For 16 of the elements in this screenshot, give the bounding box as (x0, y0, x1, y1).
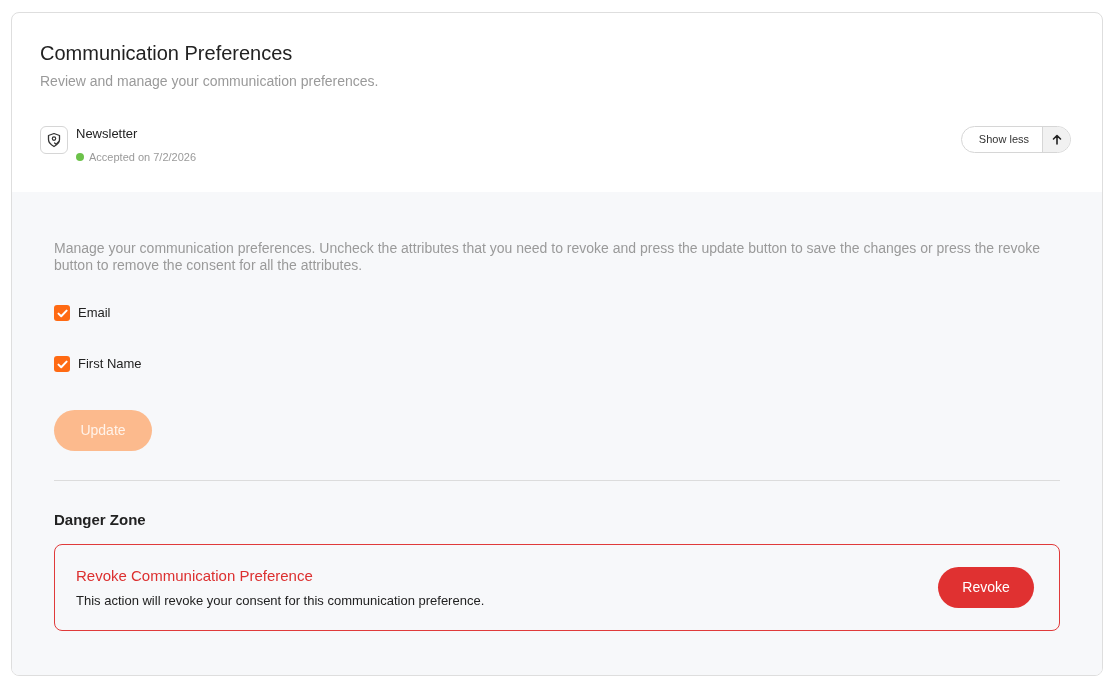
show-less-button[interactable]: Show less (960, 126, 1071, 153)
shield-check-icon (40, 126, 68, 154)
status-text: Accepted on 7/2/2026 (89, 150, 197, 165)
checkbox-label: First Name (78, 355, 142, 373)
section-heading: Danger Zone (54, 510, 147, 530)
page-subtitle: Review and manage your communication preferences. (40, 72, 380, 91)
danger-description: This action will revoke your consent for this communication preference. (76, 591, 485, 610)
arrow-up-icon (1042, 127, 1070, 152)
checkbox[interactable] (54, 305, 70, 321)
page-title: Communication Preferences (40, 41, 294, 66)
checkbox[interactable] (54, 356, 70, 372)
checkbox-label: Email (78, 304, 111, 322)
revoke-button[interactable]: Revoke (938, 567, 1034, 608)
description-text: Manage your communication preferences. Uncheck the attributes that you need to revoke and press the update button to save the changes or press the revoke button to remove the consent for all the attributes. (54, 240, 1042, 274)
preference-name: Newsletter (76, 125, 139, 143)
danger-title: Revoke Communication Preference (76, 565, 314, 586)
